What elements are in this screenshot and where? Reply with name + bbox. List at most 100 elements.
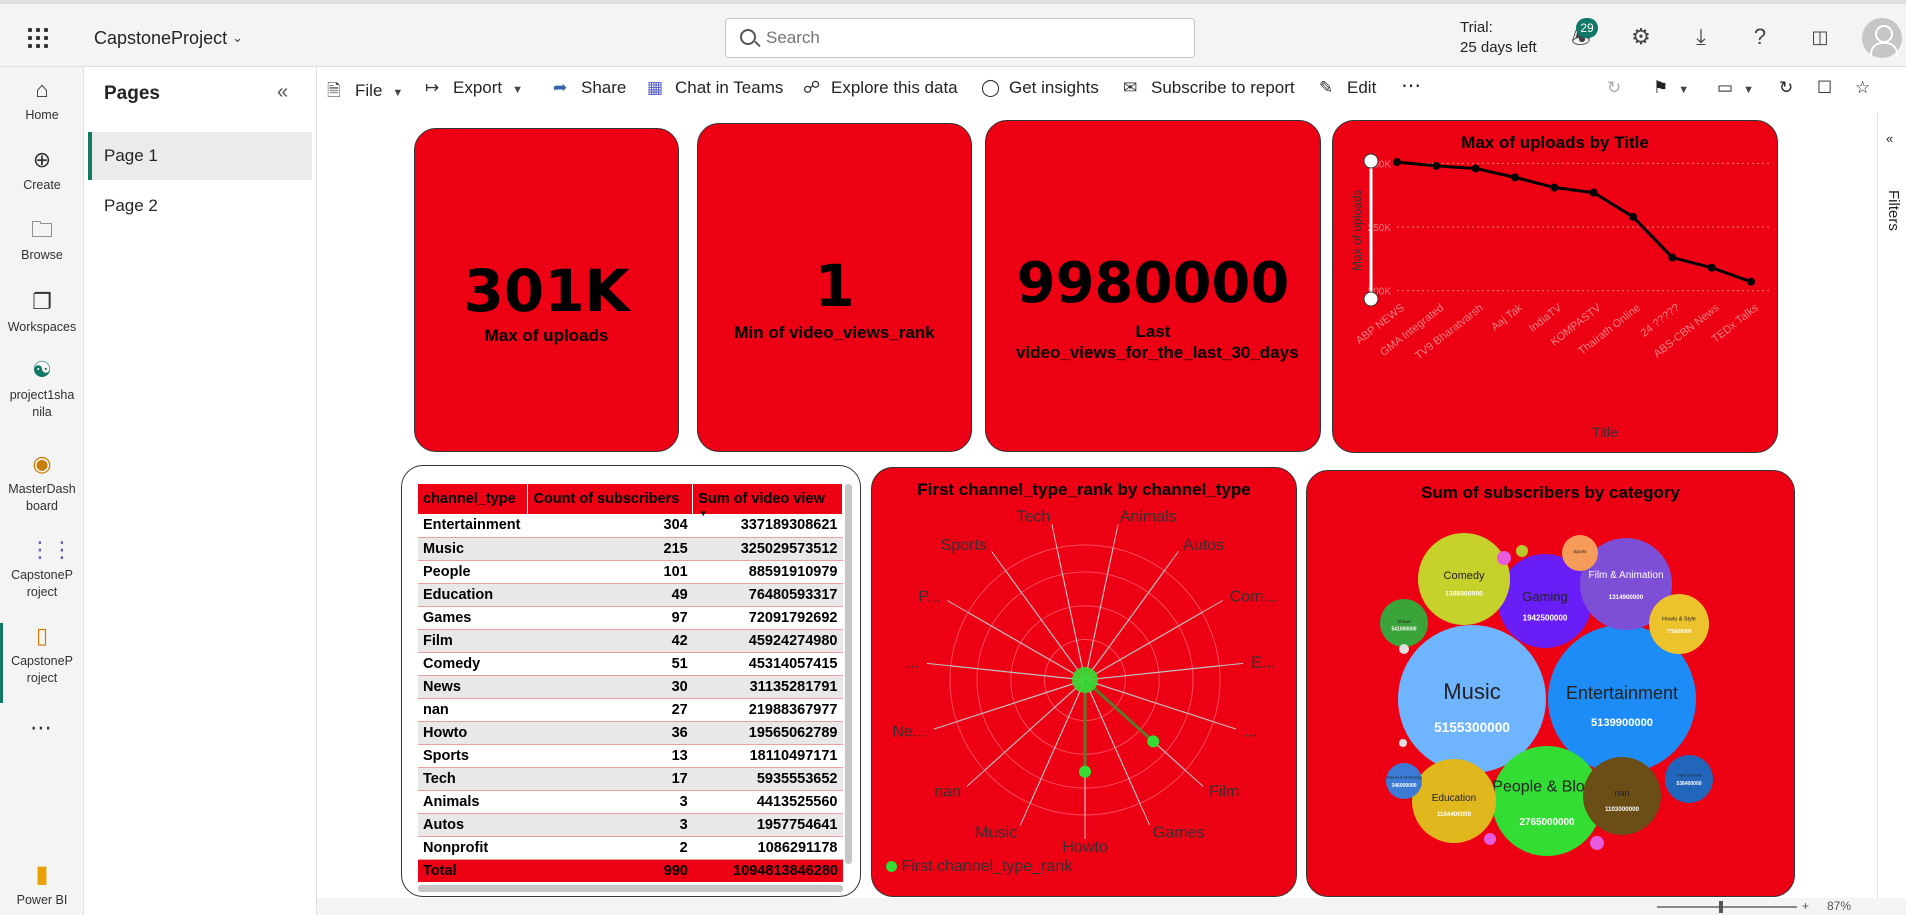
page-tab-1[interactable]: Page 1 <box>88 132 312 180</box>
table-row[interactable]: Comedy 51 45314057415 <box>418 652 843 676</box>
table-row[interactable]: News 30 31135281791 <box>418 675 843 699</box>
data-point <box>1511 173 1519 182</box>
radar-label-leader <box>926 662 951 667</box>
file-menu[interactable]: 🗎 File ▼ <box>327 78 403 107</box>
zoom-slider[interactable] <box>1657 906 1797 908</box>
nav-home[interactable]: ⌂ Home <box>0 77 84 124</box>
page-tab-2[interactable]: Page 2 <box>88 182 312 230</box>
table-row[interactable]: Education 49 76480593317 <box>418 583 843 607</box>
column-header[interactable]: Sum of video view ▼ <box>692 484 843 518</box>
reset-icon[interactable]: ↻ <box>1607 78 1621 98</box>
line-chart-card[interactable]: Max of uploads by Title 300K 250K 200K Max … <box>1332 120 1778 453</box>
kpi-card-views-rank[interactable]: 1 Min of video_views_rank <box>697 123 972 452</box>
bubble-label: Entertainment <box>1566 683 1678 703</box>
search-box[interactable] <box>725 18 1195 58</box>
export-menu[interactable]: ↦ Export ▼ <box>425 78 523 98</box>
zoom-in-icon[interactable]: + <box>1802 899 1809 913</box>
expand-icon[interactable]: « <box>1886 131 1893 146</box>
filters-label[interactable]: Filters <box>1885 190 1902 231</box>
radar-category-label: Film <box>1209 784 1239 801</box>
x-axis-label: Title <box>1592 424 1618 440</box>
table-row[interactable]: People 101 88591910979 <box>418 560 843 584</box>
cell-sum: 337189308621 <box>692 514 843 538</box>
bubble-chart-card[interactable]: Sum of subscribers by category Music 5155… <box>1306 470 1795 897</box>
table-row[interactable]: Music 215 325029573512 <box>418 537 843 561</box>
table-row[interactable]: Games 97 72091792692 <box>418 606 843 630</box>
report-icon: ▯ <box>35 623 49 648</box>
y-axis-label: Max of uploads <box>1350 190 1364 271</box>
chevron-down-icon[interactable]: ⌄ <box>232 30 243 46</box>
workspaces-icon: ❐ <box>32 289 52 314</box>
range-slider-handle <box>1363 153 1379 169</box>
bubble-value: 5155300000 <box>1434 720 1510 735</box>
favorite-star-icon[interactable]: ☆ <box>1855 78 1870 98</box>
table-row[interactable]: Film 42 45924274980 <box>418 629 843 653</box>
table-row[interactable]: Animals 3 4413525560 <box>418 790 843 814</box>
bubble-label: Film & Animation <box>1588 570 1663 581</box>
gear-icon[interactable]: ⚙ <box>1628 24 1654 50</box>
nav-browse[interactable]: 🗀 Browse <box>0 217 84 264</box>
nav-capstone-report[interactable]: ▯ CapstoneProject <box>0 623 84 703</box>
kpi-card-uploads[interactable]: 301K Max of uploads <box>414 128 679 452</box>
bubble-value: 346000000 <box>1391 783 1416 789</box>
share-label: Share <box>581 78 627 97</box>
table-row[interactable]: Howto 36 19565062789 <box>418 721 843 745</box>
edit-button[interactable]: ✎ Edit <box>1319 78 1376 98</box>
share-button[interactable]: ➦ Share <box>553 78 626 98</box>
lightbulb-icon: ◯ <box>981 78 1001 97</box>
search-input[interactable] <box>766 27 1166 49</box>
bookmark-icon[interactable]: ⚑ ▼ <box>1653 78 1689 98</box>
radar-category-label: ... <box>1244 724 1257 741</box>
chat-in-teams-button[interactable]: ▦ Chat in Teams <box>647 78 783 98</box>
nav-create[interactable]: ⊕ Create <box>0 147 84 194</box>
column-header[interactable]: channel_type <box>418 484 529 514</box>
nav-masterdashboard[interactable]: ◉ MasterDashboard <box>0 451 84 515</box>
avatar[interactable] <box>1862 18 1902 58</box>
table-row[interactable]: Autos 3 1957754641 <box>418 813 843 837</box>
horizontal-scrollbar[interactable] <box>418 885 843 892</box>
refresh-icon[interactable]: ↻ <box>1779 78 1793 98</box>
app-launcher-icon[interactable] <box>28 28 48 48</box>
view-icon[interactable]: ▭ ▼ <box>1717 78 1754 98</box>
explore-button[interactable]: ☍ Explore this data <box>803 78 958 98</box>
radar-category-label: Com... <box>1230 589 1277 606</box>
bubble <box>1665 755 1713 803</box>
nav-project1shanila[interactable]: ☯ project1shanila <box>0 357 84 421</box>
help-icon[interactable]: ? <box>1747 24 1773 50</box>
cell-count: 17 <box>527 767 693 791</box>
more-options-icon[interactable]: ⋯ <box>1401 73 1421 98</box>
zoom-slider-thumb[interactable] <box>1719 901 1723 913</box>
feedback-icon[interactable]: ◫ <box>1807 24 1833 50</box>
table-row[interactable]: Tech 17 5935553652 <box>418 767 843 791</box>
nav-capstone-model[interactable]: ⋮⋮ CapstoneProject <box>0 537 84 601</box>
comment-icon[interactable]: ☐ <box>1817 78 1832 98</box>
trial-status[interactable]: Trial: 25 days left <box>1460 18 1537 58</box>
collapse-icon[interactable]: « <box>277 81 288 104</box>
table-total-row: Total 990 1094813846280 <box>418 860 843 882</box>
table-row[interactable]: nan 27 21988367977 <box>418 698 843 722</box>
powerbi-logo[interactable]: ▮ Power BI <box>0 862 84 909</box>
column-header[interactable]: Count of subscribers <box>527 484 694 514</box>
data-point <box>1629 212 1637 221</box>
kpi-card-last-views[interactable]: 9980000 Last video_views_for_the_last_30… <box>985 120 1321 452</box>
table-row[interactable]: Entertainment 304 337189308621 <box>418 514 843 538</box>
more-icon[interactable]: ⋯ <box>0 717 84 739</box>
trial-label: Trial: <box>1460 19 1493 36</box>
nav-workspaces[interactable]: ❐ Workspaces <box>0 289 84 336</box>
create-icon: ⊕ <box>32 147 52 172</box>
insights-button[interactable]: ◯ Get insights <box>981 78 1099 98</box>
total-count: 990 <box>528 860 693 882</box>
table-row[interactable]: Nonprofit 2 1086291178 <box>418 836 843 860</box>
table-card[interactable]: channel_type Count of subscribers Sum of… <box>401 465 861 897</box>
data-point <box>1550 183 1559 192</box>
download-icon[interactable]: ⤓ <box>1688 24 1714 50</box>
table-row[interactable]: Sports 13 18110497171 <box>418 744 843 768</box>
chevron-down-icon: ▼ <box>392 87 404 99</box>
subscribe-button[interactable]: ✉ Subscribe to report <box>1123 78 1295 98</box>
teams-icon: ▦ <box>647 78 664 97</box>
workspace-title[interactable]: CapstoneProject <box>94 28 227 49</box>
vertical-scrollbar[interactable] <box>845 484 852 864</box>
project-icon: ☯ <box>32 357 52 382</box>
radar-chart-card[interactable]: First channel_type_rank by channel_type … <box>871 467 1297 897</box>
bubble-value: 5139900000 <box>1591 717 1653 729</box>
